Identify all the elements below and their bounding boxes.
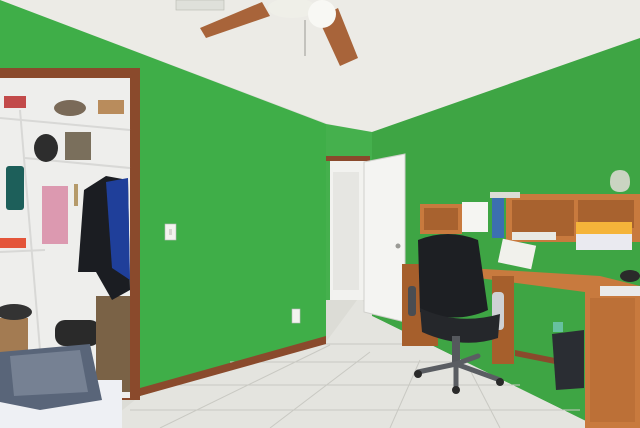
room-scene: [0, 0, 640, 428]
interior-door[interactable]: [363, 153, 406, 323]
door-knob[interactable]: [395, 243, 401, 249]
light-switch-toggle[interactable]: [169, 229, 172, 235]
hallway-wall: [333, 172, 359, 290]
wall-outlet: [291, 308, 301, 324]
door-frame: [326, 156, 370, 161]
